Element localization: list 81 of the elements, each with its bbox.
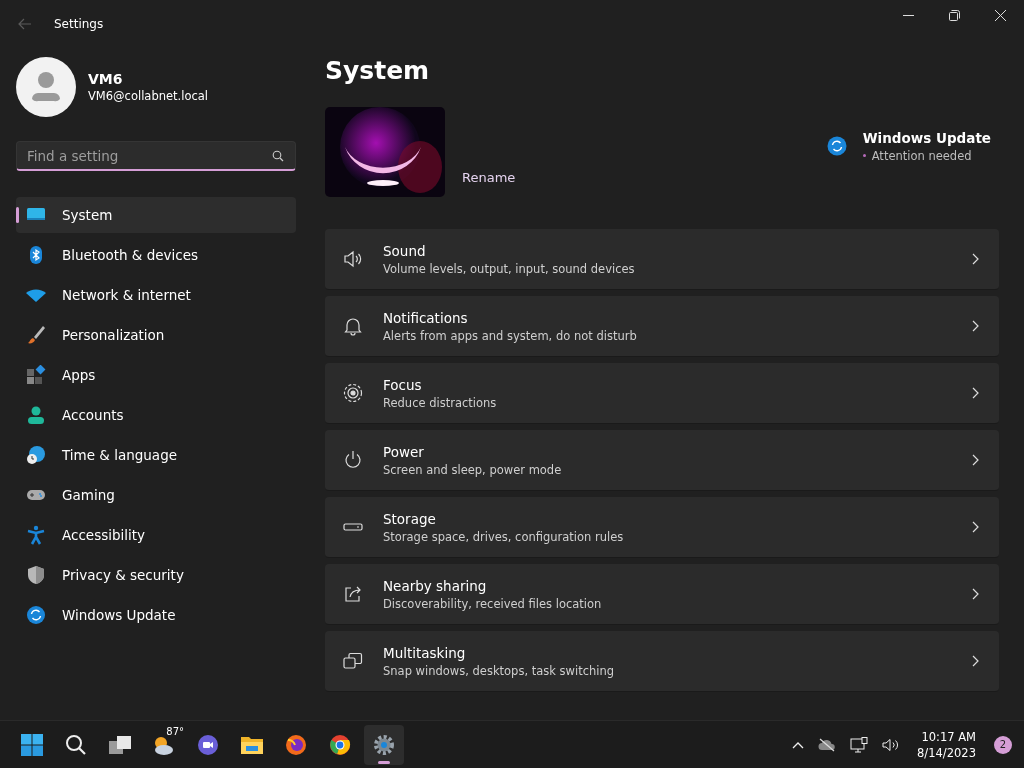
setting-description: Reduce distractions bbox=[383, 395, 498, 410]
sidebar-item[interactable]: Privacy & security bbox=[16, 557, 296, 593]
update-icon bbox=[826, 136, 847, 156]
status-dot-icon bbox=[862, 154, 866, 157]
globe-icon bbox=[26, 445, 46, 465]
close-icon[interactable] bbox=[995, 10, 1006, 21]
gear-icon bbox=[373, 733, 395, 756]
account-name: VM6 bbox=[88, 71, 124, 87]
setting-title: Focus bbox=[383, 376, 423, 393]
page-title: System bbox=[325, 56, 431, 85]
brush-icon bbox=[26, 325, 46, 345]
focus-icon bbox=[343, 383, 363, 403]
settings-card[interactable]: Sound Volume levels, output, input, sound devices bbox=[325, 229, 999, 290]
chevron-right-icon bbox=[972, 253, 979, 265]
chrome-icon bbox=[329, 733, 351, 756]
notification-badge[interactable]: 2 bbox=[994, 735, 1012, 754]
setting-description: Snap windows, desktops, task switching bbox=[383, 663, 616, 678]
clock-button[interactable]: 10:17 AM 8/14/2023 bbox=[913, 727, 980, 762]
settings-card[interactable]: Notifications Alerts from apps and system, do not disturb bbox=[325, 296, 999, 357]
setting-title: Power bbox=[383, 443, 425, 460]
chevron-right-icon bbox=[972, 588, 979, 600]
settings-card[interactable]: Nearby sharing Discoverability, received files location bbox=[325, 564, 999, 625]
chevron-up-icon[interactable] bbox=[792, 740, 805, 749]
account-email: VM6@collabnet.local bbox=[88, 89, 209, 103]
setting-title: Storage bbox=[383, 510, 437, 527]
setting-title: Nearby sharing bbox=[383, 577, 488, 594]
network-icon[interactable] bbox=[850, 736, 869, 753]
sidebar-item[interactable]: Network & internet bbox=[16, 277, 296, 313]
sidebar-item[interactable]: System bbox=[16, 197, 296, 233]
setting-description: Volume levels, output, input, sound devices bbox=[383, 261, 636, 276]
search-icon bbox=[65, 733, 87, 756]
update-title[interactable]: Windows Update bbox=[862, 129, 991, 146]
chevron-right-icon bbox=[972, 320, 979, 332]
weather-button[interactable]: 87° bbox=[144, 724, 184, 765]
settings-card[interactable]: Storage Storage space, drives, configuration rules bbox=[325, 497, 999, 558]
search-field[interactable]: Find a setting bbox=[16, 141, 296, 171]
chevron-right-icon bbox=[972, 454, 979, 466]
update-icon bbox=[26, 605, 46, 625]
update-status: Attention needed bbox=[871, 148, 972, 163]
sidebar-item[interactable]: Bluetooth & devices bbox=[16, 237, 296, 273]
setting-description: Discoverability, received files location bbox=[383, 596, 603, 611]
settings-card[interactable]: Focus Reduce distractions bbox=[325, 363, 999, 424]
rename-link[interactable]: Rename bbox=[462, 170, 516, 185]
search-icon bbox=[272, 150, 284, 162]
accessibility-icon bbox=[26, 525, 46, 545]
chevron-right-icon bbox=[972, 655, 979, 667]
bell-icon bbox=[343, 316, 363, 336]
task-view-icon bbox=[108, 733, 132, 756]
window-title: Settings bbox=[54, 17, 104, 31]
sidebar-item[interactable]: Accounts bbox=[16, 397, 296, 433]
person-icon bbox=[26, 405, 46, 425]
sidebar-item[interactable]: Accessibility bbox=[16, 517, 296, 553]
setting-title: Multitasking bbox=[383, 644, 467, 661]
sidebar-item[interactable]: Apps bbox=[16, 357, 296, 393]
cloud-off-icon[interactable] bbox=[818, 737, 837, 752]
setting-title: Sound bbox=[383, 242, 427, 259]
windows-icon bbox=[343, 651, 363, 671]
setting-description: Alerts from apps and system, do not disturb bbox=[383, 328, 638, 343]
share-icon bbox=[343, 584, 363, 604]
chevron-right-icon bbox=[972, 521, 979, 533]
restore-icon[interactable] bbox=[949, 10, 960, 21]
chevron-right-icon bbox=[972, 387, 979, 399]
sidebar-item[interactable]: Personalization bbox=[16, 317, 296, 353]
volume-icon[interactable] bbox=[882, 737, 900, 752]
video-camera-icon bbox=[197, 733, 219, 756]
windows-logo-icon bbox=[21, 733, 43, 756]
speaker-icon bbox=[343, 249, 363, 269]
sidebar-item[interactable]: Time & language bbox=[16, 437, 296, 473]
setting-description: Storage space, drives, configuration rules bbox=[383, 529, 625, 544]
setting-title: Notifications bbox=[383, 309, 469, 326]
sidebar-item[interactable]: Windows Update bbox=[16, 597, 296, 633]
gear-button[interactable] bbox=[364, 724, 404, 765]
settings-card[interactable]: Multitasking Snap windows, desktops, task switching bbox=[325, 631, 999, 692]
shield-icon bbox=[26, 565, 46, 585]
apps-icon bbox=[26, 365, 46, 385]
sidebar-item[interactable]: Gaming bbox=[16, 477, 296, 513]
setting-description: Screen and sleep, power mode bbox=[383, 462, 563, 477]
fox-globe-icon bbox=[285, 733, 307, 756]
power-icon bbox=[343, 450, 363, 470]
avatar-icon bbox=[16, 57, 76, 117]
settings-card[interactable]: Power Screen and sleep, power mode bbox=[325, 430, 999, 491]
